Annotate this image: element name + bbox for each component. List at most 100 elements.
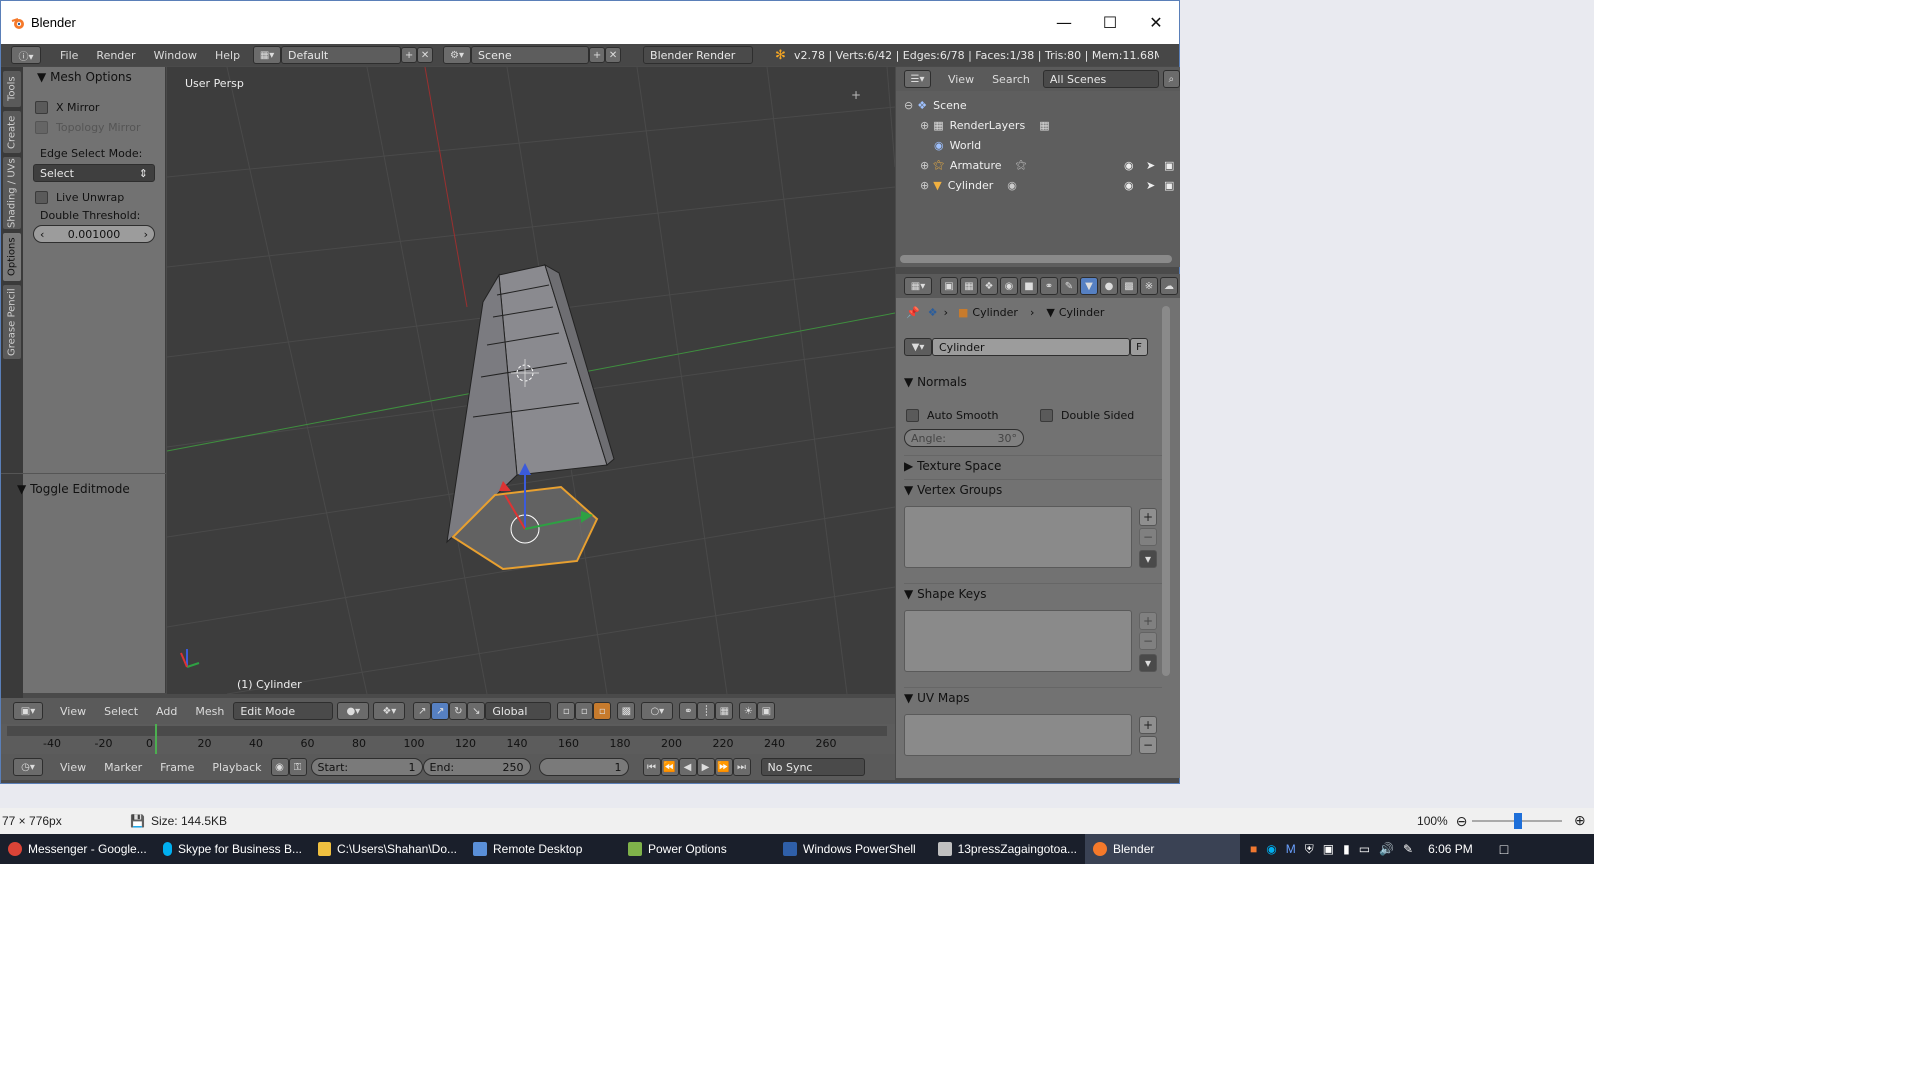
maximize-button[interactable]: ☐	[1087, 1, 1133, 44]
panel-header-vertex-groups[interactable]: ▼ Vertex Groups	[904, 479, 1162, 499]
renderable-camera-icon[interactable]: ▣	[1164, 159, 1174, 172]
menu-outliner-view[interactable]: View	[939, 73, 983, 86]
texture-tab-icon[interactable]: ▩	[1120, 277, 1138, 295]
tray-shield-icon[interactable]: ⛨	[1305, 842, 1314, 857]
zoom-slider-thumb[interactable]	[1514, 813, 1522, 829]
outliner-row-scene[interactable]: ⊖ ❖ Scene	[896, 95, 1180, 115]
render-layers-tab-icon[interactable]: ▦	[960, 277, 978, 295]
snap-toggle-icon[interactable]: ⚭	[679, 702, 698, 720]
expand-toggle-icon[interactable]: ⊕	[920, 159, 929, 172]
remove-screen-icon[interactable]: ✕	[417, 47, 434, 63]
tray-battery-icon[interactable]: ▮	[1343, 842, 1350, 856]
menu-help[interactable]: Help	[206, 49, 249, 62]
face-select-icon[interactable]: ▫	[593, 702, 612, 720]
tab-options[interactable]: Options	[3, 233, 21, 281]
jump-end-icon[interactable]: ⏭	[732, 758, 751, 776]
modifiers-tab-icon[interactable]: ✎	[1060, 277, 1078, 295]
menu-frame[interactable]: Frame	[151, 761, 203, 774]
menu-window[interactable]: Window	[145, 49, 206, 62]
taskbar-item-power-options[interactable]: Power Options	[620, 834, 775, 864]
render-tab-icon[interactable]: ▣	[940, 277, 958, 295]
auto-smooth-checkbox[interactable]: Auto Smooth	[906, 409, 998, 422]
tray-app-icon[interactable]: ■	[1250, 842, 1257, 856]
record-keyframe-icon[interactable]: ◉	[270, 758, 289, 776]
screen-layout-field[interactable]: Default	[281, 46, 402, 64]
x-mirror-checkbox[interactable]: X Mirror	[35, 101, 99, 114]
timeline-area[interactable]: -40 -20 0 20 40 60 80 100 120 140 160 180 200 220 240 2…	[1, 724, 895, 754]
double-sided-checkbox[interactable]: Double Sided	[1040, 409, 1134, 422]
vertex-select-icon[interactable]: ▫	[557, 702, 576, 720]
renderable-camera-icon[interactable]: ▣	[1164, 179, 1174, 192]
screen-layout-icon[interactable]: ▦▾	[253, 46, 282, 64]
taskbar-item-explorer[interactable]: C:\Users\Shahan\Do...	[310, 834, 465, 864]
cylinder-mesh[interactable]	[446, 263, 615, 571]
occlude-geometry-icon[interactable]: ▩	[617, 702, 636, 720]
orientation-select[interactable]: Global	[485, 702, 552, 720]
panel-header-texture-space[interactable]: ▶ Texture Space	[904, 455, 1162, 475]
taskbar-item-messenger[interactable]: Messenger - Google...	[0, 834, 155, 864]
scale-icon[interactable]: ↘	[467, 702, 486, 720]
vertex-group-specials-icon[interactable]: ▾	[1139, 550, 1157, 568]
expand-toggle-icon[interactable]: ⊖	[904, 99, 913, 112]
prev-keyframe-icon[interactable]: ⏪	[660, 758, 679, 776]
sync-mode-select[interactable]: No Sync	[760, 758, 865, 776]
menu-render[interactable]: Render	[87, 49, 144, 62]
panel-header-normals[interactable]: ▼ Normals	[904, 372, 1162, 392]
taskbar-item-powershell[interactable]: Windows PowerShell	[775, 834, 930, 864]
menu-select[interactable]: Select	[95, 705, 147, 718]
mesh-browse-icon[interactable]: ▼▾	[904, 338, 932, 356]
viewport-shading-icon[interactable]: ●▾	[337, 702, 370, 720]
remove-scene-icon[interactable]: ✕	[605, 47, 622, 63]
tray-network-icon[interactable]: ▣	[1323, 842, 1334, 856]
scene-icon[interactable]: ⚙▾	[443, 46, 472, 64]
uv-maps-list[interactable]	[904, 714, 1132, 756]
taskbar-item-remote-desktop[interactable]: Remote Desktop	[465, 834, 620, 864]
add-screen-icon[interactable]: +	[401, 47, 418, 63]
mode-select[interactable]: Edit Mode	[233, 702, 334, 720]
material-tab-icon[interactable]: ●	[1100, 277, 1118, 295]
zoom-out-icon[interactable]: ⊖	[1456, 813, 1468, 830]
editor-type-properties-icon[interactable]: ▦▾	[904, 277, 932, 295]
tray-volume-icon[interactable]: 🔊	[1379, 842, 1394, 856]
play-reverse-icon[interactable]: ◀	[678, 758, 697, 776]
tray-display-icon[interactable]: ▭	[1359, 842, 1370, 856]
menu-playback[interactable]: Playback	[203, 761, 270, 774]
jump-start-icon[interactable]: ⏮	[642, 758, 661, 776]
scene-field[interactable]: Scene	[471, 46, 590, 64]
render-engine-select[interactable]: Blender Render	[643, 46, 754, 64]
editor-type-timeline-icon[interactable]: ◷▾	[13, 758, 43, 776]
play-icon[interactable]: ▶	[696, 758, 715, 776]
taskbar-item-skype[interactable]: Skype for Business B...	[155, 834, 310, 864]
viewport-scene-svg[interactable]: +	[167, 67, 895, 694]
editor-type-info-icon[interactable]: ⓘ▾	[11, 46, 41, 64]
tab-tools[interactable]: Tools	[3, 71, 21, 107]
lock-icon[interactable]: ⚿	[288, 758, 307, 776]
tray-pen-icon[interactable]: ✎	[1403, 842, 1413, 856]
add-scene-icon[interactable]: +	[589, 47, 606, 63]
close-button[interactable]: ✕	[1133, 1, 1179, 44]
shape-keys-list[interactable]	[904, 610, 1132, 672]
remove-vertex-group-icon[interactable]: −	[1139, 528, 1157, 546]
editor-type-outliner-icon[interactable]: ☰▾	[904, 70, 931, 88]
taskbar-item-image-viewer[interactable]: 13pressZagaingotoa...	[930, 834, 1085, 864]
remove-shape-key-icon[interactable]: −	[1139, 632, 1157, 650]
remove-uv-map-icon[interactable]: −	[1139, 736, 1157, 754]
expand-toggle-icon[interactable]: ⊕	[920, 119, 929, 132]
visibility-eye-icon[interactable]: ◉	[1124, 159, 1134, 172]
menu-timeline-view[interactable]: View	[51, 761, 95, 774]
current-frame-field[interactable]: 1	[538, 758, 629, 776]
next-keyframe-icon[interactable]: ⏩	[714, 758, 733, 776]
manipulator-icon[interactable]: ↗	[413, 702, 432, 720]
add-uv-map-icon[interactable]: +	[1139, 716, 1157, 734]
minimize-button[interactable]: —	[1041, 1, 1087, 44]
menu-mesh[interactable]: Mesh	[186, 705, 233, 718]
outliner-row-renderlayers[interactable]: ⊕ ▦ RenderLayers ▦	[896, 115, 1180, 135]
menu-marker[interactable]: Marker	[95, 761, 151, 774]
data-tab-icon[interactable]: ▼	[1080, 277, 1098, 295]
tab-grease-pencil[interactable]: Grease Pencil	[3, 285, 21, 359]
panel-header-uv-maps[interactable]: ▼ UV Maps	[904, 687, 1162, 707]
mesh-name-field[interactable]: Cylinder	[932, 338, 1130, 356]
scene-tab-icon[interactable]: ❖	[980, 277, 998, 295]
panel-header-toggle-editmode[interactable]: ▼ Toggle Editmode	[17, 482, 130, 496]
zoom-in-icon[interactable]: ⊕	[1574, 812, 1586, 829]
